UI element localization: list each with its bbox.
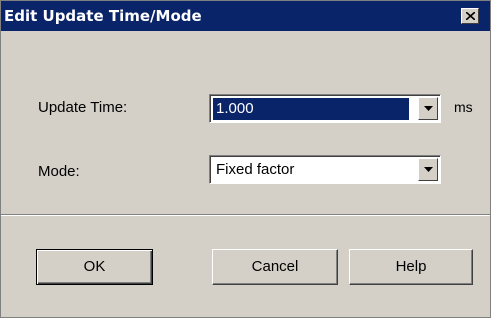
close-button[interactable]: [461, 8, 479, 24]
dialog-title: Edit Update Time/Mode: [4, 7, 202, 25]
update-time-dropdown-button[interactable]: [418, 97, 438, 120]
separator: [1, 214, 490, 216]
ok-button[interactable]: OK: [36, 249, 153, 285]
mode-value[interactable]: Fixed factor: [213, 159, 297, 181]
cancel-button[interactable]: Cancel: [212, 249, 338, 285]
update-time-value[interactable]: 1.000: [213, 98, 409, 120]
mode-dropdown-button[interactable]: [418, 158, 438, 181]
close-icon: [466, 12, 475, 20]
update-time-combobox[interactable]: 1.000: [209, 94, 441, 123]
update-time-unit: ms: [454, 99, 473, 115]
chevron-down-icon: [424, 167, 433, 172]
title-bar[interactable]: Edit Update Time/Mode: [1, 1, 490, 31]
update-time-label: Update Time:: [38, 99, 128, 116]
edit-update-time-dialog: Edit Update Time/Mode Update Time: 1.000…: [0, 0, 491, 318]
help-button[interactable]: Help: [349, 249, 473, 285]
mode-label: Mode:: [38, 163, 80, 180]
mode-combobox[interactable]: Fixed factor: [209, 155, 441, 184]
chevron-down-icon: [424, 106, 433, 111]
